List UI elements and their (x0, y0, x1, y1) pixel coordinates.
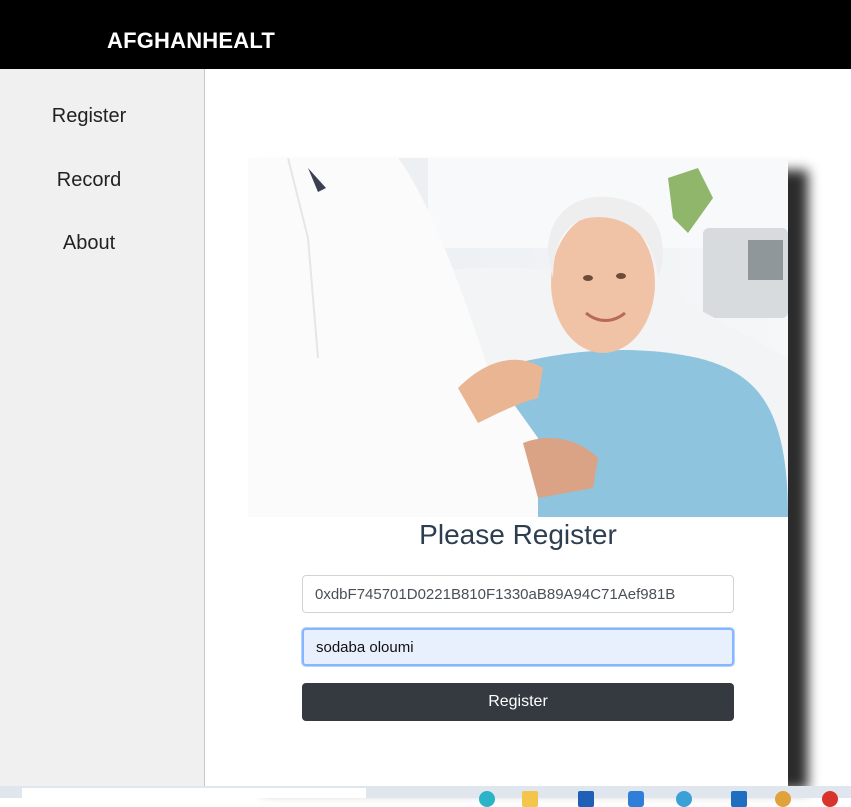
brand-logo-text[interactable]: AFGHANHEALT (107, 28, 275, 54)
register-button[interactable]: Register (302, 683, 734, 721)
edge-icon[interactable] (479, 791, 495, 807)
sidebar-item-register[interactable]: Register (0, 105, 178, 128)
app-icon[interactable] (578, 791, 594, 807)
metamask-icon[interactable] (775, 791, 791, 807)
taskbar-search[interactable] (22, 788, 366, 798)
chrome-icon[interactable] (822, 791, 838, 807)
patient-doctor-photo (248, 158, 788, 517)
folder-icon[interactable] (522, 791, 538, 807)
register-card: Please Register Register (248, 158, 788, 788)
name-field[interactable] (302, 628, 734, 666)
sidebar: Register Record About (0, 69, 205, 786)
store-icon[interactable] (628, 791, 644, 807)
address-field[interactable] (302, 575, 734, 613)
vscode-icon[interactable] (731, 791, 747, 807)
sidebar-item-about[interactable]: About (0, 232, 178, 255)
top-navbar: AFGHANHEALT (0, 0, 851, 69)
browser-icon[interactable] (676, 791, 692, 807)
sidebar-item-record[interactable]: Record (0, 169, 178, 192)
page-title: Please Register (419, 519, 617, 550)
